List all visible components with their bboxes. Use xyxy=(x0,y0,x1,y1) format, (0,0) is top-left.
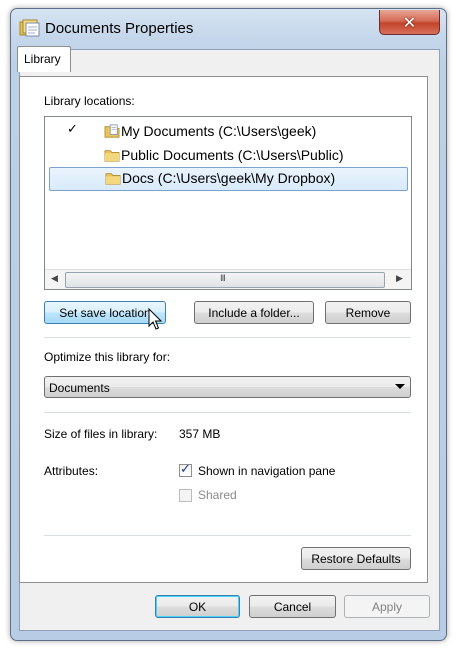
save-location-check-icon: ✓ xyxy=(67,122,78,137)
scroll-right-icon[interactable]: ▶ xyxy=(396,274,403,284)
close-icon: ✕ xyxy=(402,12,417,32)
title-bar[interactable]: Documents Properties ✕ xyxy=(11,9,446,49)
list-item-label: My Documents (C:\Users\geek) xyxy=(121,123,317,139)
grip-icon: III xyxy=(220,274,226,284)
separator xyxy=(44,535,411,536)
tab-library[interactable]: Library xyxy=(17,46,71,72)
scroll-left-icon[interactable]: ◀ xyxy=(51,274,58,284)
horizontal-scrollbar[interactable]: ◀ III ▶ xyxy=(45,269,411,289)
optimize-label: Optimize this library for: xyxy=(44,350,171,364)
separator xyxy=(44,412,411,413)
window-title: Documents Properties xyxy=(45,20,194,37)
chevron-down-icon xyxy=(395,384,405,389)
shared-label: Shared xyxy=(198,488,237,502)
list-item-label: Docs (C:\Users\geek\My Dropbox) xyxy=(122,170,336,186)
shared-checkbox[interactable] xyxy=(179,489,192,502)
size-value: 357 MB xyxy=(179,427,221,441)
optimize-selected-value: Documents xyxy=(49,381,110,395)
separator xyxy=(44,337,411,338)
apply-button[interactable]: Apply xyxy=(344,595,430,618)
size-label: Size of files in library: xyxy=(44,427,158,441)
optimize-dropdown[interactable]: Documents xyxy=(44,376,411,398)
cancel-button[interactable]: Cancel xyxy=(249,595,336,618)
library-folder-icon xyxy=(104,124,120,138)
library-icon xyxy=(19,19,40,37)
library-locations-label: Library locations: xyxy=(44,94,135,108)
restore-defaults-button[interactable]: Restore Defaults xyxy=(301,547,411,570)
scroll-thumb[interactable]: III xyxy=(65,272,385,288)
list-item[interactable]: Public Documents (C:\Users\Public) xyxy=(49,144,407,166)
folder-icon xyxy=(105,173,121,185)
tab-library-label: Library xyxy=(24,52,61,66)
list-item-label: Public Documents (C:\Users\Public) xyxy=(121,147,344,163)
list-item[interactable]: ✓ My Documents (C:\Users\geek) xyxy=(49,120,407,142)
folder-icon xyxy=(104,150,120,162)
list-item-selected[interactable]: Docs (C:\Users\geek\My Dropbox) xyxy=(49,167,408,191)
ok-button[interactable]: OK xyxy=(155,595,240,618)
remove-button[interactable]: Remove xyxy=(325,301,411,324)
close-button[interactable]: ✕ xyxy=(379,10,440,35)
include-folder-button[interactable]: Include a folder... xyxy=(194,301,314,324)
shown-in-navigation-pane-label[interactable]: Shown in navigation pane xyxy=(198,464,335,478)
library-locations-list[interactable]: ✓ My Documents (C:\Users\geek) Public Do… xyxy=(44,116,412,290)
mouse-cursor-icon xyxy=(148,308,162,330)
attributes-label: Attributes: xyxy=(44,464,99,478)
shown-in-navigation-pane-checkbox[interactable] xyxy=(179,462,192,477)
